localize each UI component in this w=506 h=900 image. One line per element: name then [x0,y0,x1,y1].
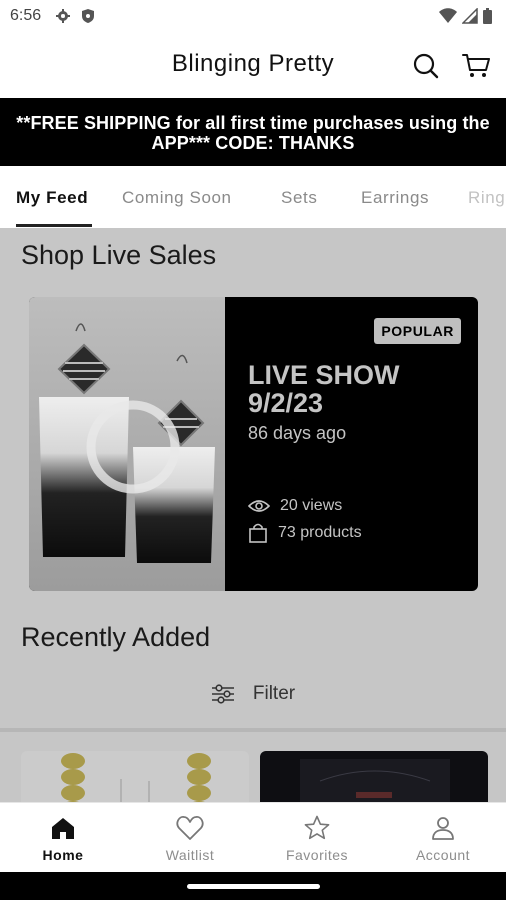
products-count: 73 products [278,524,362,541]
live-show-image [29,297,225,591]
battery-icon [483,8,492,24]
tab-coming-soon[interactable]: Coming Soon [122,188,232,208]
promo-banner: **FREE SHIPPING for all first time purch… [0,98,506,166]
shopping-bag-icon [249,523,267,543]
category-tabs: My Feed Coming Soon Sets Earrings Rings [0,166,506,228]
product-image-brand-logo [300,759,450,802]
nav-favorites[interactable]: Favorites [254,803,380,873]
section-divider [0,728,506,732]
heart-icon [176,816,204,840]
popular-badge: POPULAR [374,318,461,344]
status-bar: 6:56 [0,0,506,34]
nav-account-label: Account [415,847,471,863]
main-content: Shop Live Sales POPULAR LIVE SHOW 9/2/23… [0,228,506,802]
cart-icon [462,54,490,77]
wifi-icon [439,8,457,23]
system-gesture-area [0,872,506,900]
views-count: 20 views [280,497,343,514]
active-tab-indicator [16,224,92,227]
tab-sets[interactable]: Sets [281,188,317,208]
bottom-navigation: Home Waitlist Favorites Account [0,802,506,872]
nav-home[interactable]: Home [0,803,126,873]
home-gesture-bar[interactable] [187,884,320,889]
tab-my-feed[interactable]: My Feed [16,188,88,208]
live-show-title: LIVE SHOW 9/2/23 [248,360,400,418]
star-icon [304,815,330,840]
search-icon [413,53,439,79]
tab-rings[interactable]: Rings [468,188,506,208]
live-show-date-ago: 86 days ago [248,423,347,443]
product-card-1[interactable] [21,751,249,802]
live-show-card[interactable]: POPULAR LIVE SHOW 9/2/23 86 days ago 20 … [29,297,478,591]
person-icon [432,817,454,840]
settings-gear-icon [56,9,70,23]
nav-home-label: Home [42,847,84,863]
product-card-2[interactable] [260,751,488,802]
fringe-earrings-image [39,323,215,563]
shield-icon [82,9,94,23]
shop-live-sales-title: Shop Live Sales [21,240,217,270]
cart-button[interactable] [460,50,492,82]
status-time: 6:56 [10,7,42,24]
products-stat: 73 products [248,523,362,543]
tab-earrings[interactable]: Earrings [361,188,429,208]
cell-signal-icon [462,8,478,24]
nav-favorites-label: Favorites [285,847,349,863]
filter-sliders-icon [211,684,234,704]
eye-icon [248,500,270,512]
filter-button[interactable]: Filter [0,679,506,709]
search-button[interactable] [410,50,442,82]
product-image-yellow-beads [61,753,211,802]
nav-waitlist-label: Waitlist [165,847,215,863]
recently-added-title: Recently Added [21,622,211,652]
nav-account[interactable]: Account [380,803,506,873]
views-stat: 20 views [248,497,342,515]
filter-label: Filter [252,683,296,704]
app-header: Blinging Pretty [0,34,506,98]
home-icon [52,818,74,839]
nav-waitlist[interactable]: Waitlist [127,803,253,873]
